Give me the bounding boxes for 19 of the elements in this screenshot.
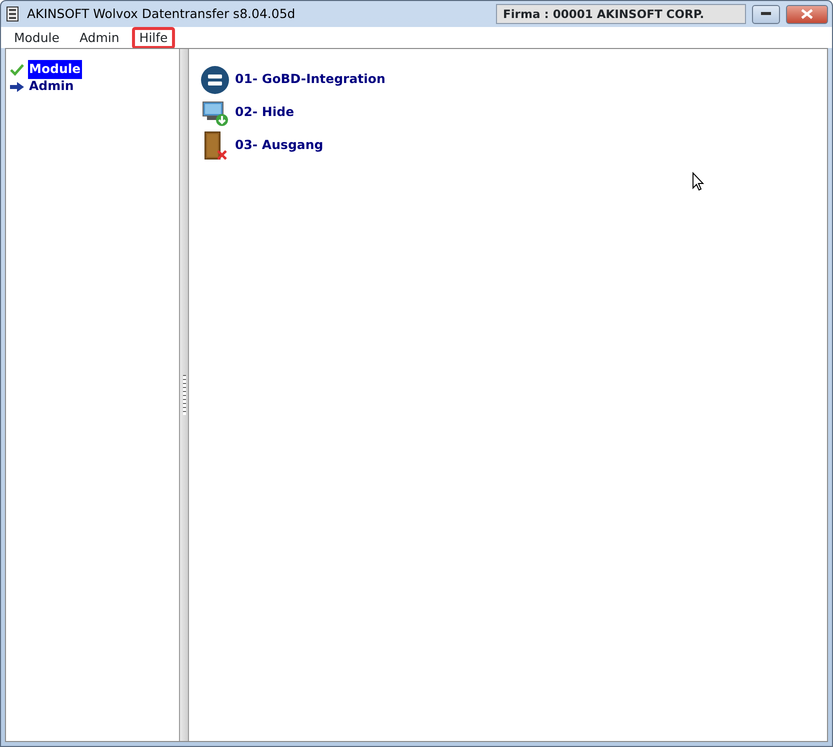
cursor-icon xyxy=(692,172,704,191)
minimize-button[interactable] xyxy=(752,4,780,24)
app-icon xyxy=(5,6,21,22)
equals-icon[interactable] xyxy=(201,66,229,94)
module-link[interactable]: 02- Hide xyxy=(235,103,294,122)
arrow-icon xyxy=(10,82,24,92)
tree-item[interactable]: Admin xyxy=(28,77,75,96)
company-field: Firma : 00001 AKINSOFT CORP. xyxy=(496,4,746,24)
module-link[interactable]: 03- Ausgang xyxy=(235,136,324,155)
check-icon xyxy=(10,64,24,76)
tree-item[interactable]: Module xyxy=(28,60,82,79)
minimize-icon xyxy=(761,12,771,16)
close-icon xyxy=(801,9,813,19)
menu-item[interactable]: Module xyxy=(7,26,66,48)
module-link[interactable]: 01- GoBD-Integration xyxy=(235,70,386,89)
close-button[interactable] xyxy=(786,4,828,24)
monitor-download-icon[interactable] xyxy=(201,98,229,126)
menu-item[interactable]: Admin xyxy=(72,26,126,48)
window-title: AKINSOFT Wolvox Datentransfer s8.04.05d xyxy=(27,4,296,23)
